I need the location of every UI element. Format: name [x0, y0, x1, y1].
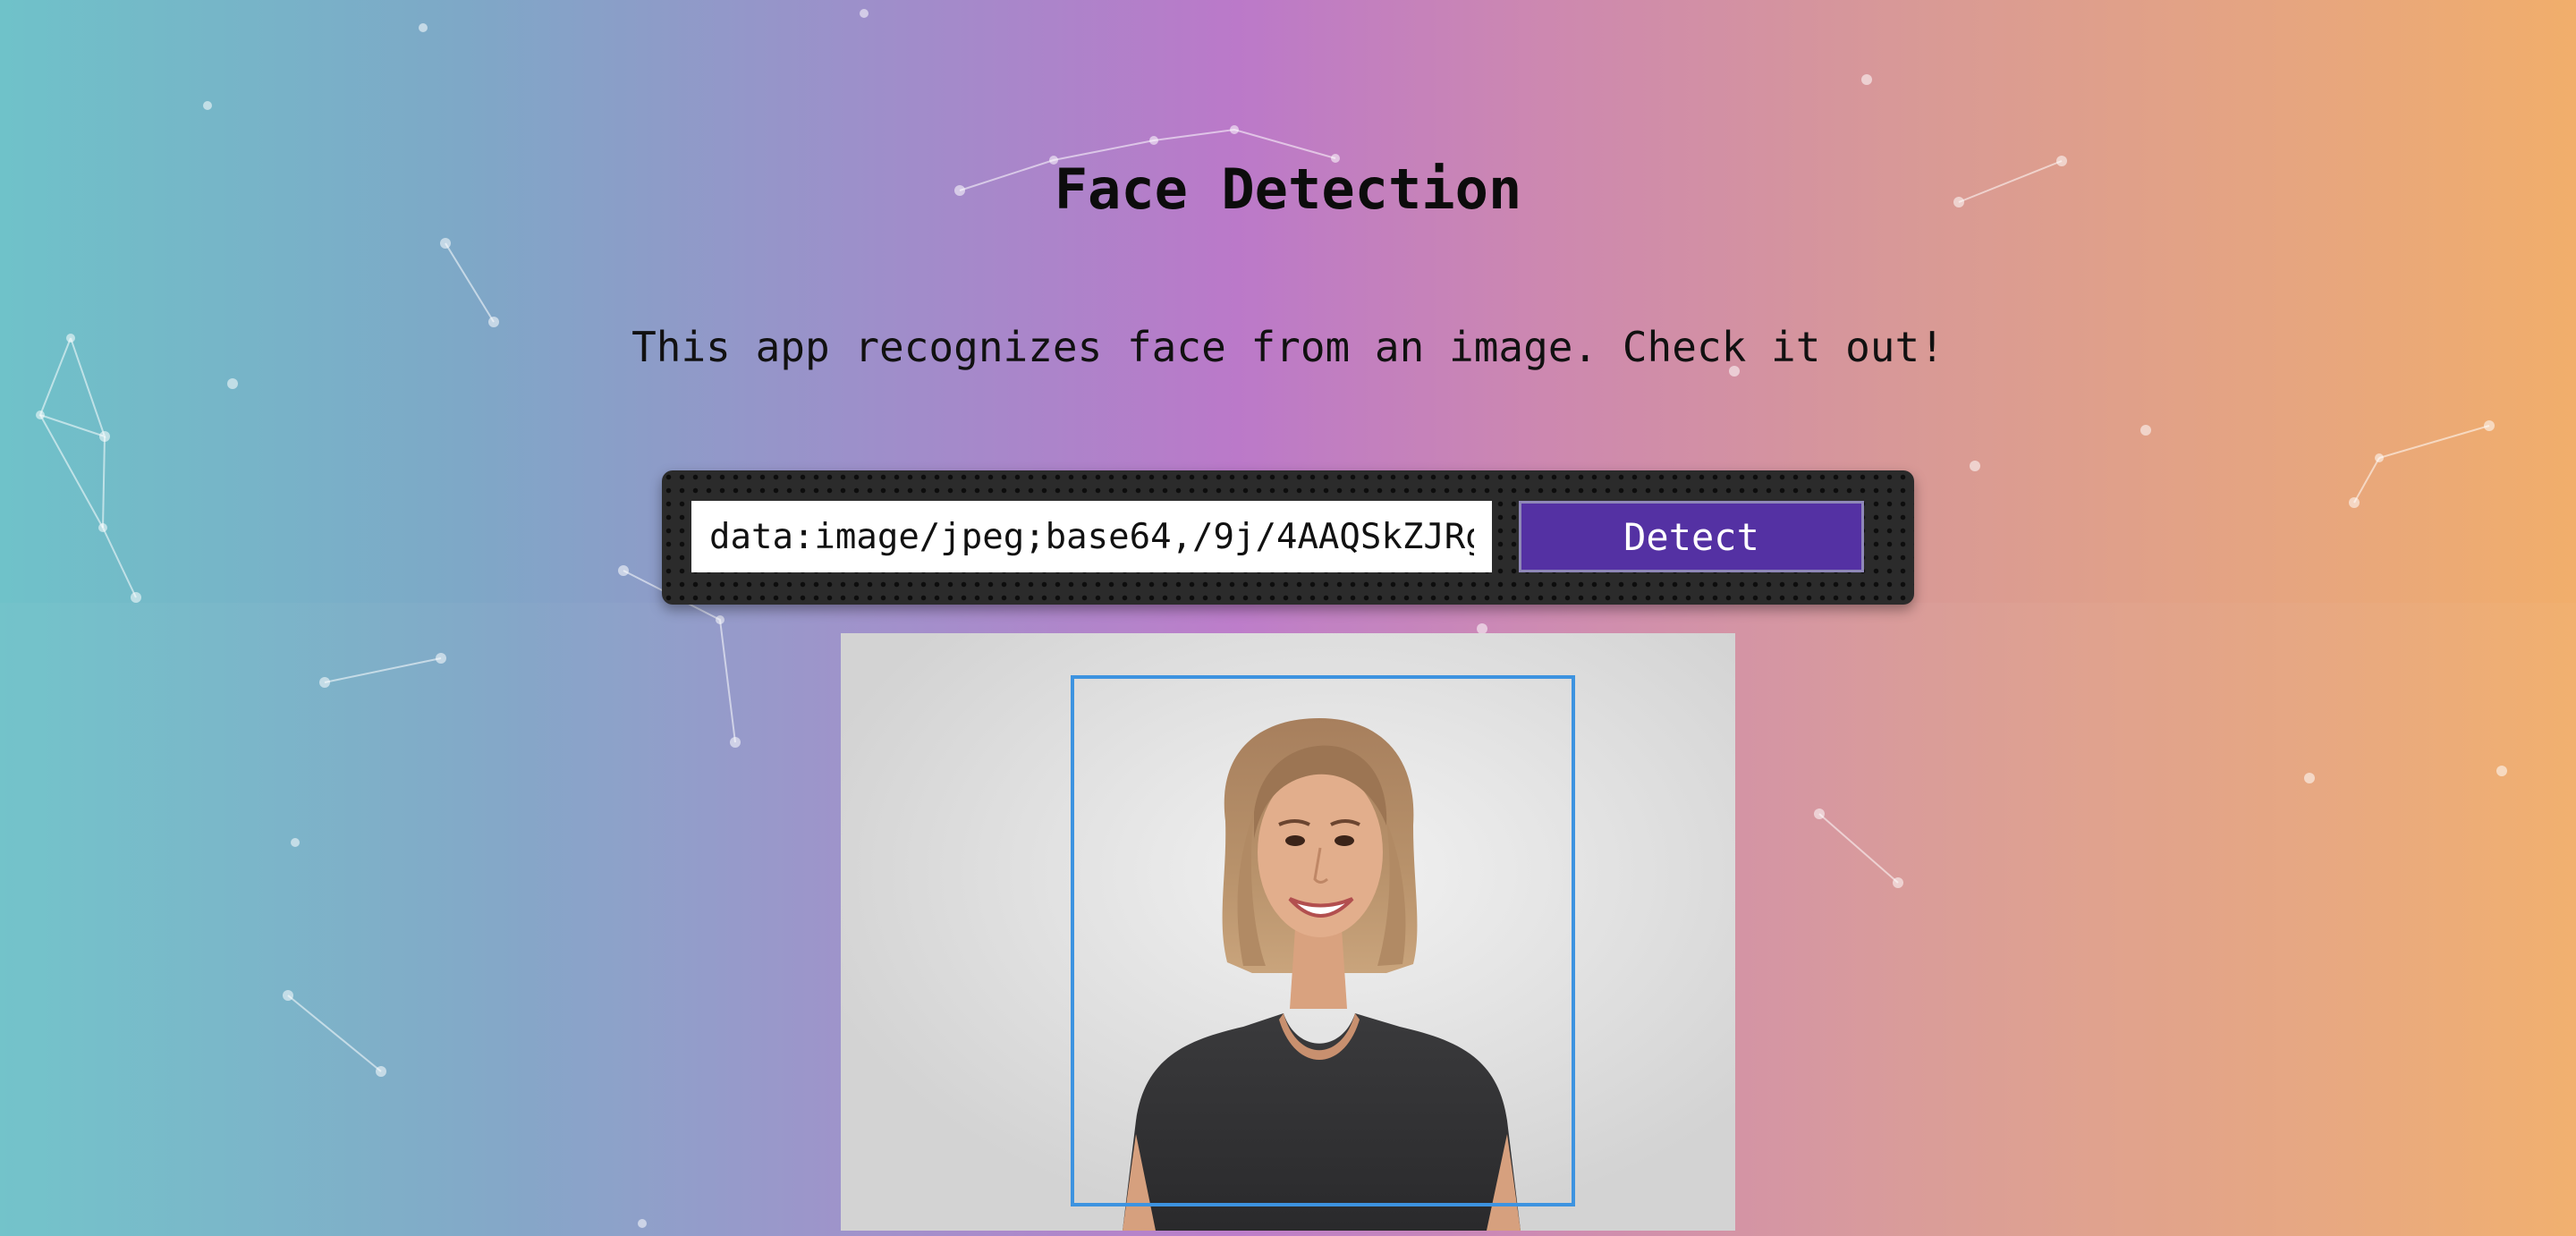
page-subtitle: This app recognizes face from an image. …	[631, 323, 1945, 371]
page-title: Face Detection	[1054, 157, 1522, 222]
result-image	[841, 633, 1735, 1231]
image-url-form: Detect	[662, 470, 1914, 605]
image-url-input[interactable]	[691, 501, 1492, 572]
detect-button[interactable]: Detect	[1519, 501, 1864, 572]
face-bounding-box	[1071, 675, 1575, 1206]
